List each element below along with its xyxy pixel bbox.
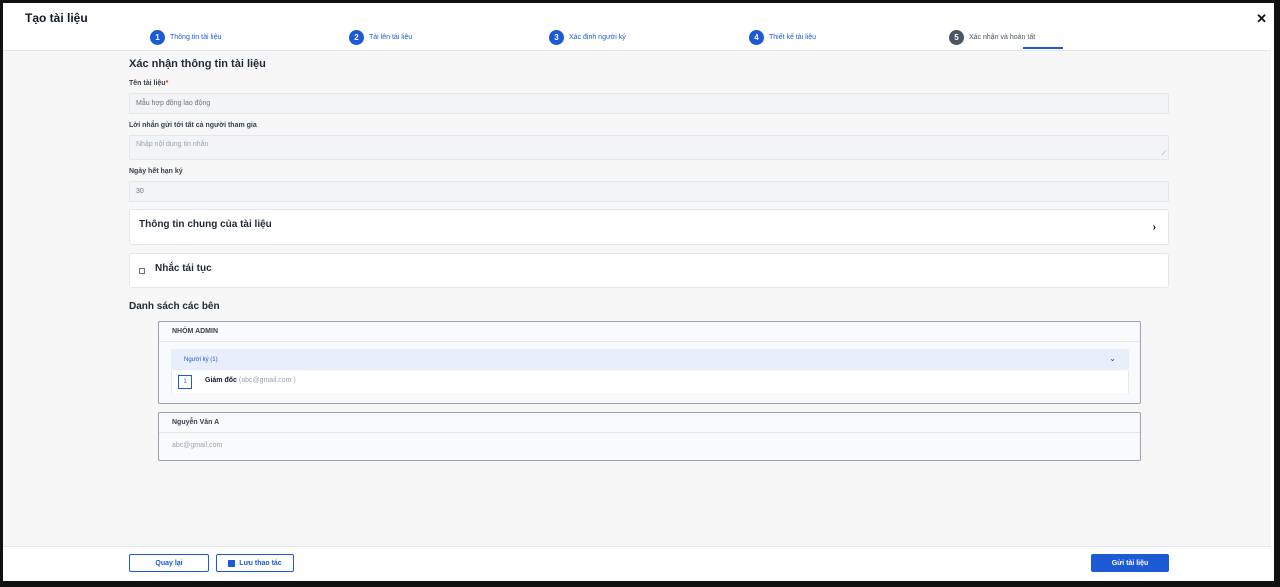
message-label: Lời nhắn gửi tới tất cả người tham gia <box>129 122 257 129</box>
general-info-title: Thông tin chung của tài liệu <box>139 219 272 230</box>
step-number: 1 <box>150 29 165 45</box>
save-label: Lưu thao tác <box>239 559 282 567</box>
save-button[interactable]: Lưu thao tác <box>216 554 294 572</box>
main-content: Xác nhận thông tin tài liệu Tên tài liệu… <box>3 51 1271 546</box>
step-label: Thiết kế tài liệu <box>769 33 817 41</box>
header-bar: Tạo tài liệu ✕ 1 Thông tin tài liệu 2 Tả… <box>3 3 1271 51</box>
party-email: abc@gmail.com <box>172 442 223 449</box>
general-info-panel[interactable]: Thông tin chung của tài liệu › <box>129 209 1169 245</box>
doc-name-label-text: Tên tài liệu <box>129 80 166 87</box>
active-step-indicator <box>1023 47 1063 49</box>
step-5[interactable]: 5 Xác nhận và hoàn tất <box>949 29 1035 45</box>
signer-email: (abc@gmail.com ) <box>238 377 296 384</box>
step-number: 4 <box>749 29 764 45</box>
message-textarea[interactable]: Nhập nội dung tin nhắn ⟋ <box>129 135 1169 160</box>
expiry-label: Ngày hết hạn ký <box>129 168 183 175</box>
party-name: Nguyễn Văn A <box>159 413 1140 433</box>
send-button[interactable]: Gửi tài liệu <box>1091 554 1169 572</box>
signer-name: Giám đốc (abc@gmail.com ) <box>205 377 296 384</box>
reminder-panel: Nhắc tái tục <box>129 253 1169 288</box>
message-placeholder: Nhập nội dung tin nhắn <box>136 141 209 148</box>
doc-name-label: Tên tài liệu* <box>129 80 168 87</box>
chevron-right-icon[interactable]: › <box>1153 222 1156 233</box>
step-number: 2 <box>349 29 364 45</box>
parties-title: Danh sách các bên <box>129 301 220 312</box>
expiry-input[interactable]: 30 <box>129 181 1169 202</box>
step-number: 3 <box>549 29 564 45</box>
party-card: Nguyễn Văn A abc@gmail.com <box>158 412 1141 461</box>
step-4[interactable]: 4 Thiết kế tài liệu <box>749 29 816 45</box>
signing-order: 1 <box>178 375 192 389</box>
step-label: Thông tin tài liệu <box>170 33 222 41</box>
step-number: 5 <box>949 29 964 45</box>
party-card: NHÓM ADMIN Người ký (1) ⌄ 1 Giám đốc (ab… <box>158 321 1141 404</box>
doc-name-input[interactable]: Mẫu hợp đồng lao động <box>129 93 1169 114</box>
save-icon <box>228 559 236 567</box>
role-label: Người ký (1) <box>184 357 218 363</box>
role-row[interactable]: Người ký (1) ⌄ <box>171 349 1129 370</box>
signer-row: 1 Giám đốc (abc@gmail.com ) <box>171 371 1129 393</box>
resize-handle-icon[interactable]: ⟋ <box>1162 151 1166 158</box>
required-mark: * <box>165 80 169 87</box>
step-label: Xác nhận và hoàn tất <box>969 33 1036 41</box>
section-title: Xác nhận thông tin tài liệu <box>129 58 266 70</box>
reminder-checkbox[interactable] <box>139 268 145 274</box>
footer-bar: Quay lại Lưu thao tác Gửi tài liệu <box>3 546 1271 581</box>
reminder-title: Nhắc tái tục <box>155 263 212 274</box>
step-1[interactable]: 1 Thông tin tài liệu <box>150 29 221 45</box>
step-label: Tải lên tài liệu <box>369 33 413 41</box>
step-2[interactable]: 2 Tải lên tài liệu <box>349 29 412 45</box>
page-title: Tạo tài liệu <box>25 11 88 25</box>
close-icon[interactable]: ✕ <box>1256 11 1267 27</box>
signer-name-text: Giám đốc <box>205 377 237 384</box>
step-label: Xác định người ký <box>569 33 626 41</box>
step-3[interactable]: 3 Xác định người ký <box>549 29 626 45</box>
party-name: NHÓM ADMIN <box>159 322 1140 342</box>
chevron-down-icon[interactable]: ⌄ <box>1109 354 1116 363</box>
back-button[interactable]: Quay lại <box>129 554 209 572</box>
